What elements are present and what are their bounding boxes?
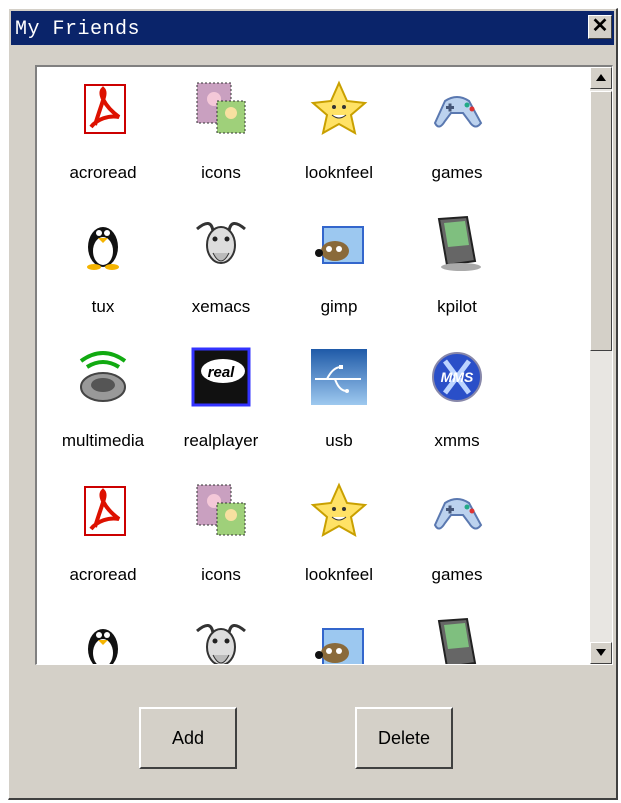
list-item-partial[interactable]	[167, 615, 275, 664]
scroll-down-button[interactable]	[590, 642, 612, 664]
window-title: My Friends	[15, 18, 141, 41]
speaker-icon	[73, 347, 133, 407]
xmms-icon: MMS	[427, 347, 487, 407]
penguin-icon	[73, 615, 133, 664]
list-item-looknfeel[interactable]: looknfeel	[285, 79, 393, 209]
stamps-icon	[191, 481, 251, 541]
friends-list[interactable]: acroread icons looknfeel games tux xemacs gimp…	[35, 65, 613, 665]
title-bar[interactable]: My Friends ✕	[11, 11, 614, 45]
item-label: xemacs	[191, 297, 251, 316]
list-item-games[interactable]: games	[403, 481, 511, 611]
arrow-down-icon	[596, 649, 606, 656]
list-item-acroread[interactable]: acroread	[49, 79, 157, 209]
item-label: icons	[201, 565, 241, 584]
item-label: xmms	[434, 431, 480, 450]
list-item-gimp[interactable]: gimp	[285, 213, 393, 343]
list-item-xmms[interactable]: MMS xmms	[403, 347, 511, 477]
star-icon	[309, 79, 369, 139]
svg-text:MMS: MMS	[441, 369, 474, 385]
my-friends-window: My Friends ✕ acroread icons looknfeel games…	[8, 8, 618, 800]
item-label: acroread	[69, 163, 137, 182]
pda-icon	[427, 615, 487, 664]
list-item-kpilot[interactable]: kpilot	[403, 213, 511, 343]
scroll-up-button[interactable]	[590, 67, 612, 89]
list-item-partial[interactable]	[403, 615, 511, 664]
usb-icon	[309, 347, 369, 407]
item-label: realplayer	[183, 431, 259, 450]
delete-button[interactable]: Delete	[355, 707, 453, 769]
list-item-usb[interactable]: usb	[285, 347, 393, 477]
acroread-icon	[73, 481, 133, 541]
list-item-partial[interactable]	[285, 615, 393, 664]
gimp-icon	[309, 615, 369, 664]
item-label: tux	[91, 297, 115, 316]
acroread-icon	[73, 79, 133, 139]
arrow-up-icon	[596, 74, 606, 81]
list-item-tux[interactable]: tux	[49, 213, 157, 343]
real-icon: real	[191, 347, 251, 407]
item-label: gimp	[320, 297, 358, 316]
gimp-icon	[309, 213, 369, 273]
list-item-games[interactable]: games	[403, 79, 511, 209]
pda-icon	[427, 213, 487, 273]
item-label: icons	[201, 163, 241, 182]
item-label: usb	[325, 431, 353, 450]
vertical-scrollbar[interactable]	[590, 67, 612, 664]
item-label: games	[431, 565, 483, 584]
close-button[interactable]: ✕	[588, 15, 612, 39]
star-icon	[309, 481, 369, 541]
item-label: acroread	[69, 565, 137, 584]
list-item-icons[interactable]: icons	[167, 481, 275, 611]
list-item-partial[interactable]	[49, 615, 157, 664]
stamps-icon	[191, 79, 251, 139]
scroll-thumb[interactable]	[590, 91, 612, 351]
list-item-realplayer[interactable]: real realplayer	[167, 347, 275, 477]
gnu-icon	[191, 213, 251, 273]
item-label: games	[431, 163, 483, 182]
add-button[interactable]: Add	[139, 707, 237, 769]
list-item-looknfeel[interactable]: looknfeel	[285, 481, 393, 611]
gamepad-icon	[427, 79, 487, 139]
item-label: kpilot	[437, 297, 477, 316]
list-item-xemacs[interactable]: xemacs	[167, 213, 275, 343]
gamepad-icon	[427, 481, 487, 541]
item-label: looknfeel	[304, 163, 374, 182]
close-icon: ✕	[591, 15, 609, 37]
item-label: looknfeel	[304, 565, 374, 584]
item-label: multimedia	[61, 431, 145, 450]
penguin-icon	[73, 213, 133, 273]
svg-text:real: real	[208, 364, 236, 381]
list-item-acroread[interactable]: acroread	[49, 481, 157, 611]
list-item-multimedia[interactable]: multimedia	[49, 347, 157, 477]
gnu-icon	[191, 615, 251, 664]
list-item-icons[interactable]: icons	[167, 79, 275, 209]
